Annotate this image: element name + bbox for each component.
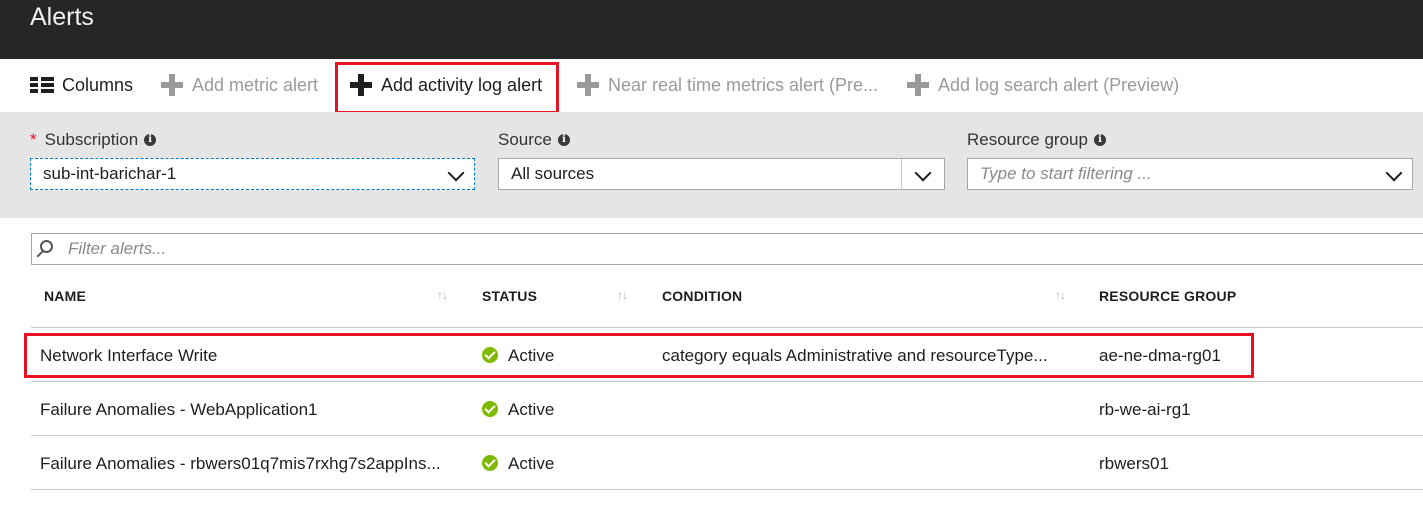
alert-status: Active [482,345,554,367]
columns-label: Columns [62,74,134,95]
alert-resource-group: rb-we-ai-rg1 [1099,400,1191,419]
source-label-text: Source [498,130,552,149]
subscription-label-text: Subscription [44,130,139,149]
column-header-resource-group[interactable]: RESOURCE GROUP [1099,288,1236,304]
near-real-time-label: Near real time metrics alert (Pre... [608,74,879,95]
search-icon [40,240,53,253]
source-label: Source i [498,130,570,150]
alert-resource-group: ae-ne-dma-rg01 [1099,346,1221,365]
toolbar: Columns Add metric alert Add activity lo… [0,59,1423,112]
info-icon[interactable]: i [144,134,157,146]
add-log-search-alert-button[interactable]: Add log search alert (Preview) [907,71,1179,99]
add-metric-alert-label: Add metric alert [192,74,319,95]
check-circle-icon [482,401,498,417]
plus-icon [350,74,372,96]
near-real-time-metrics-alert-button[interactable]: Near real time metrics alert (Pre... [577,71,878,99]
plus-icon [161,74,183,96]
column-header-name[interactable]: NAME [44,288,86,304]
info-icon[interactable]: i [557,134,570,146]
status-text: Active [508,400,555,419]
add-metric-alert-button[interactable]: Add metric alert [161,71,318,99]
source-select[interactable]: All sources [498,158,945,190]
plus-icon [907,74,929,96]
alert-status: Active [482,453,554,475]
column-header-condition[interactable]: CONDITION [662,288,742,304]
divider [31,381,1423,382]
divider [31,435,1423,436]
page-title: Alerts [30,3,94,31]
resource-group-label-text: Resource group [967,130,1088,149]
divider [31,489,1423,490]
add-activity-log-alert-button[interactable]: Add activity log alert [350,71,542,99]
status-text: Active [508,346,555,365]
subscription-select[interactable]: sub-int-barichar-1 [30,158,475,190]
alert-name: Failure Anomalies - WebApplication1 [40,400,318,419]
sort-icon[interactable]: ↑↓ [437,288,448,302]
add-activity-log-alert-label: Add activity log alert [381,74,543,95]
resource-group-select[interactable]: Type to start filtering ... [967,158,1413,190]
info-icon[interactable]: i [1093,134,1106,146]
resource-group-placeholder: Type to start filtering ... [980,164,1152,183]
alert-name: Failure Anomalies - rbwers01q7mis7rxhg7s… [40,454,441,473]
chevron-down-icon [447,164,465,182]
sort-icon[interactable]: ↑↓ [617,288,628,302]
status-text: Active [508,454,555,473]
subscription-label: * Subscription i [30,130,157,150]
filter-alerts-search [31,233,1423,265]
chevron-down-icon [914,164,932,182]
alert-condition: category equals Administrative and resou… [662,346,1048,365]
dropdown-button[interactable] [901,159,944,189]
column-header-status[interactable]: STATUS [482,288,537,304]
resource-group-label: Resource group i [967,130,1106,150]
add-log-search-alert-label: Add log search alert (Preview) [938,74,1180,95]
alert-status: Active [482,399,554,421]
subscription-value: sub-int-barichar-1 [43,164,177,183]
sort-icon[interactable]: ↑↓ [1055,288,1066,302]
filter-alerts-input[interactable] [68,234,1368,264]
check-circle-icon [482,347,498,363]
columns-icon [30,77,54,93]
check-circle-icon [482,455,498,471]
alert-resource-group: rbwers01 [1099,454,1169,473]
chevron-down-icon [1385,164,1403,182]
required-asterisk: * [30,130,37,149]
source-value: All sources [511,164,595,183]
filter-panel: * Subscription i sub-int-barichar-1 Sour… [0,112,1423,218]
divider [31,327,1423,328]
blade-header: Alerts [0,0,1423,59]
columns-button[interactable]: Columns [30,71,133,99]
alert-name: Network Interface Write [40,346,218,365]
plus-icon [577,74,599,96]
